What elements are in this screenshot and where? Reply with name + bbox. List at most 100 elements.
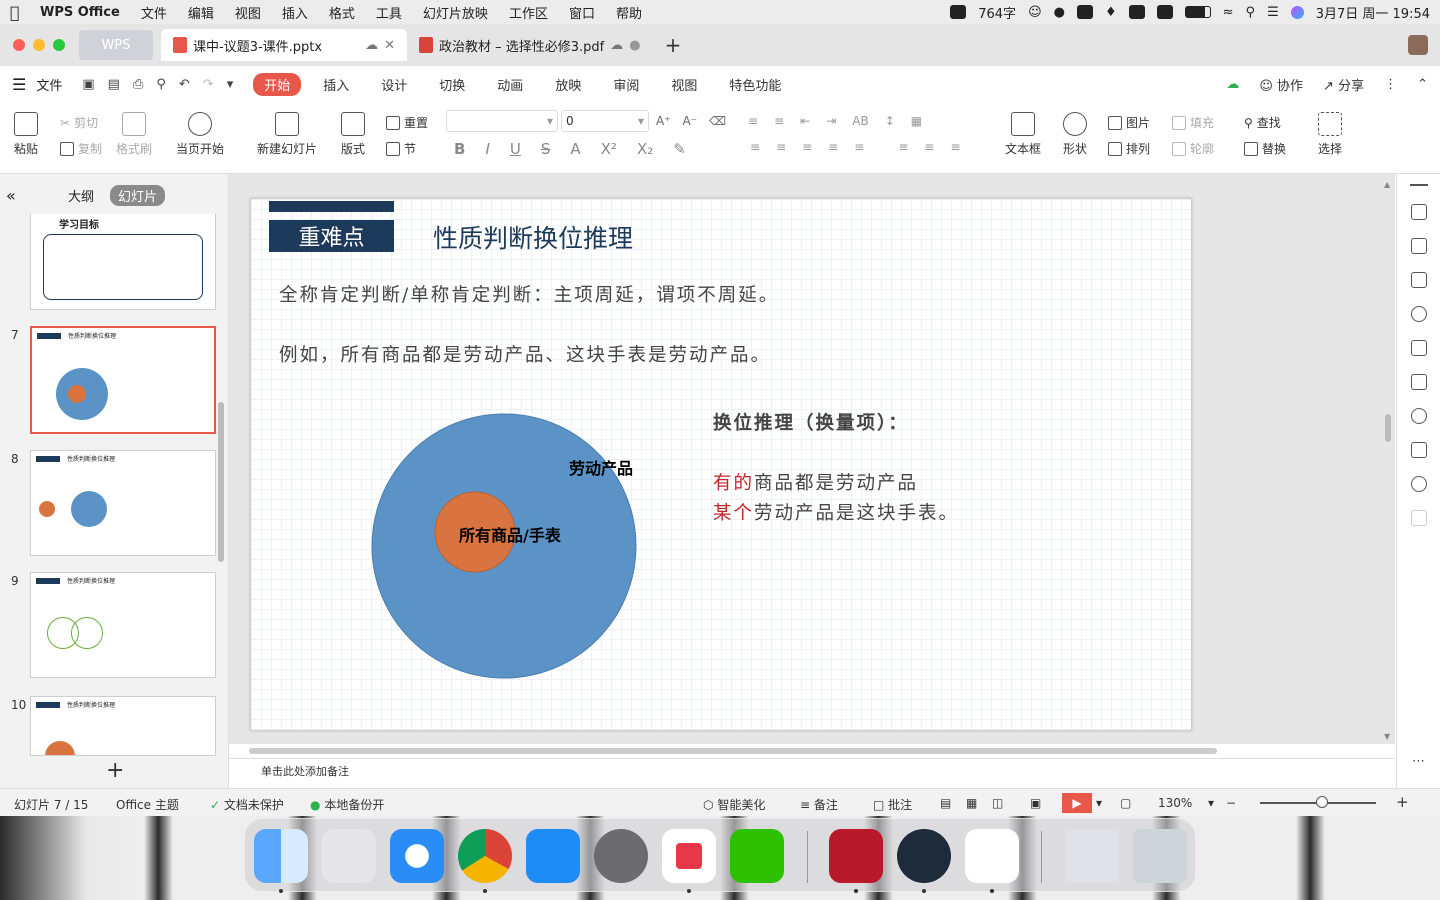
presenter-view-icon[interactable]: ▣ (1030, 796, 1041, 810)
conversion-line-1[interactable]: 有的商品都是劳动产品 (713, 469, 918, 495)
tab-slideshow[interactable]: 放映 (555, 75, 581, 94)
export-icon[interactable]: ▤ (108, 77, 120, 92)
apple-icon[interactable]:  (10, 3, 40, 22)
conversion-title[interactable]: 换位推理（换量项）： (713, 409, 909, 435)
menu-window[interactable]: 窗口 (569, 3, 595, 22)
new-slide-button[interactable]: 新建幻灯片 (257, 112, 317, 157)
add-slide-icon[interactable]: + (106, 758, 124, 783)
para-settings-icon[interactable]: ≡ (924, 140, 934, 154)
replace-button[interactable]: 替换 (1244, 140, 1286, 157)
outer-circle-label[interactable]: 劳动产品 (569, 455, 633, 479)
inner-circle-label[interactable]: 所有商品/手表 (459, 522, 561, 546)
justify-icon[interactable]: ≡ (828, 140, 838, 154)
collapse-panel-icon[interactable]: « (6, 186, 16, 205)
reset-button[interactable]: 重置 (386, 114, 428, 131)
tab-outline[interactable]: 大纲 (68, 186, 94, 205)
underline-icon[interactable]: U (510, 140, 521, 158)
notes-button[interactable]: ≡ 备注 (800, 796, 838, 813)
tab-active-document[interactable]: 课中-议题3-课件.pptx ☁ ✕ (161, 29, 407, 61)
copy-button[interactable]: 复制 (60, 140, 102, 157)
slide-thumbnail[interactable]: 性质判断换位推理 (30, 450, 216, 556)
emoji-icon[interactable]: ☺ (1028, 5, 1042, 20)
avatar[interactable] (1408, 35, 1428, 55)
increase-font-icon[interactable]: A⁺ (656, 114, 671, 128)
bullets-icon[interactable]: ≡ (748, 114, 758, 128)
hamburger-menu-icon[interactable]: ☰ (12, 75, 26, 94)
tab-slides[interactable]: 幻灯片 (110, 184, 166, 206)
highlight-icon[interactable]: ✎ (673, 140, 686, 158)
cloud-sync-icon[interactable]: ☁ (1226, 77, 1239, 92)
smart-beautify-button[interactable]: ⬡ 智能美化 (703, 796, 765, 813)
clear-format-icon[interactable]: ⌫ (709, 114, 726, 128)
more-options-icon[interactable]: ⋯ (1412, 754, 1425, 769)
canvas-vertical-scrollbar[interactable]: ▲ ▼ (1383, 180, 1393, 742)
new-tab-icon[interactable]: + (665, 33, 682, 57)
cube-icon[interactable] (1410, 510, 1427, 526)
decrease-indent-icon[interactable]: ⇤ (800, 114, 810, 128)
font-size-select[interactable]: 0 ▾ (561, 110, 649, 132)
save-icon[interactable]: ▣ (82, 77, 94, 92)
text-direction-icon[interactable]: AB (852, 114, 868, 128)
menu-edit[interactable]: 编辑 (188, 3, 214, 22)
system-preferences-icon[interactable] (594, 829, 648, 883)
cut-button[interactable]: ✂ 剪切 (60, 114, 98, 131)
edit-icon[interactable] (1410, 442, 1427, 458)
collapse-ribbon-icon[interactable]: ⌃ (1417, 77, 1428, 92)
settings-icon[interactable] (1410, 408, 1427, 424)
align-right-icon[interactable]: ≡ (802, 140, 812, 154)
section-button[interactable]: 节 (386, 140, 416, 157)
tab-special-features[interactable]: 特色功能 (729, 75, 781, 94)
zoom-in-icon[interactable]: + (1396, 793, 1409, 811)
fit-window-icon[interactable]: ▢ (1120, 796, 1131, 810)
select-button[interactable]: 选择 (1318, 112, 1342, 157)
wifi-icon[interactable]: ≈ (1223, 5, 1234, 20)
layout-button[interactable]: 版式 (341, 112, 365, 157)
app-name-menu[interactable]: WPS Office (40, 5, 120, 20)
shapes-icon[interactable] (1410, 306, 1427, 322)
finder-icon[interactable] (254, 829, 308, 883)
columns-icon[interactable]: ▦ (911, 114, 922, 128)
scrollbar-thumb[interactable] (1385, 414, 1391, 442)
picture-panel-icon[interactable] (1410, 374, 1427, 390)
connect-icon[interactable]: ♦ (1105, 5, 1117, 20)
siri-icon[interactable] (1290, 5, 1304, 19)
venn-diagram[interactable] (369, 411, 639, 681)
find-button[interactable]: ⚲ 查找 (1244, 114, 1281, 131)
backup-status[interactable]: ● 本地备份开 (310, 796, 384, 813)
slide-text-example[interactable]: 例如，所有商品都是劳动产品、这块手表是劳动产品。 (279, 341, 771, 367)
tab-pdf-document[interactable]: 政治教材 – 选择性必修3.pdf ☁ ● (407, 29, 653, 61)
textbox-button[interactable]: 文本框 (1005, 112, 1041, 157)
fill-style-icon[interactable] (1410, 340, 1427, 356)
wechat-icon[interactable] (730, 829, 784, 883)
numbering-icon[interactable]: ≡ (774, 114, 784, 128)
align-center-icon[interactable]: ≡ (776, 140, 786, 154)
quicktime-icon[interactable] (897, 829, 951, 883)
superscript-icon[interactable]: X² (601, 140, 617, 158)
document-protection[interactable]: ✓ 文档未保护 (210, 796, 284, 813)
chrome-icon[interactable] (458, 829, 512, 883)
wps-icon[interactable] (662, 829, 716, 883)
shape-button[interactable]: 形状 (1063, 112, 1087, 157)
menu-file[interactable]: 文件 (141, 3, 167, 22)
menu-help[interactable]: 帮助 (616, 3, 642, 22)
battery-icon[interactable] (1184, 6, 1211, 18)
slide-thumbnail-selected[interactable]: 性质判断换位推理 (30, 326, 216, 434)
line-spacing-icon[interactable]: ↕ (885, 114, 895, 128)
picture-button[interactable]: 图片 (1108, 114, 1150, 131)
document-stack-icon[interactable] (1065, 829, 1119, 883)
slide-thumbnail[interactable]: 学习目标 (30, 214, 216, 310)
play-slideshow-icon[interactable]: ▶ (1062, 793, 1092, 813)
trash-icon[interactable] (1133, 829, 1187, 883)
paste-button[interactable]: 粘贴 (14, 112, 38, 157)
adjust-icon[interactable] (1410, 204, 1427, 220)
reading-view-icon[interactable]: ◫ (992, 796, 1003, 810)
record-icon[interactable] (950, 5, 967, 19)
menu-format[interactable]: 格式 (329, 3, 355, 22)
slide-canvas[interactable]: 重难点 性质判断换位推理 全称肯定判断/单称肯定判断：主项周延，谓项不周延。 例… (250, 198, 1192, 731)
slide-title[interactable]: 性质判断换位推理 (433, 219, 633, 255)
tab-view[interactable]: 视图 (671, 75, 697, 94)
share-button[interactable]: ↗ 分享 (1323, 75, 1364, 94)
launchpad-icon[interactable] (322, 829, 376, 883)
slide-thumbnail[interactable]: 性质判断换位推理 (30, 696, 216, 756)
close-window-icon[interactable] (13, 39, 25, 51)
